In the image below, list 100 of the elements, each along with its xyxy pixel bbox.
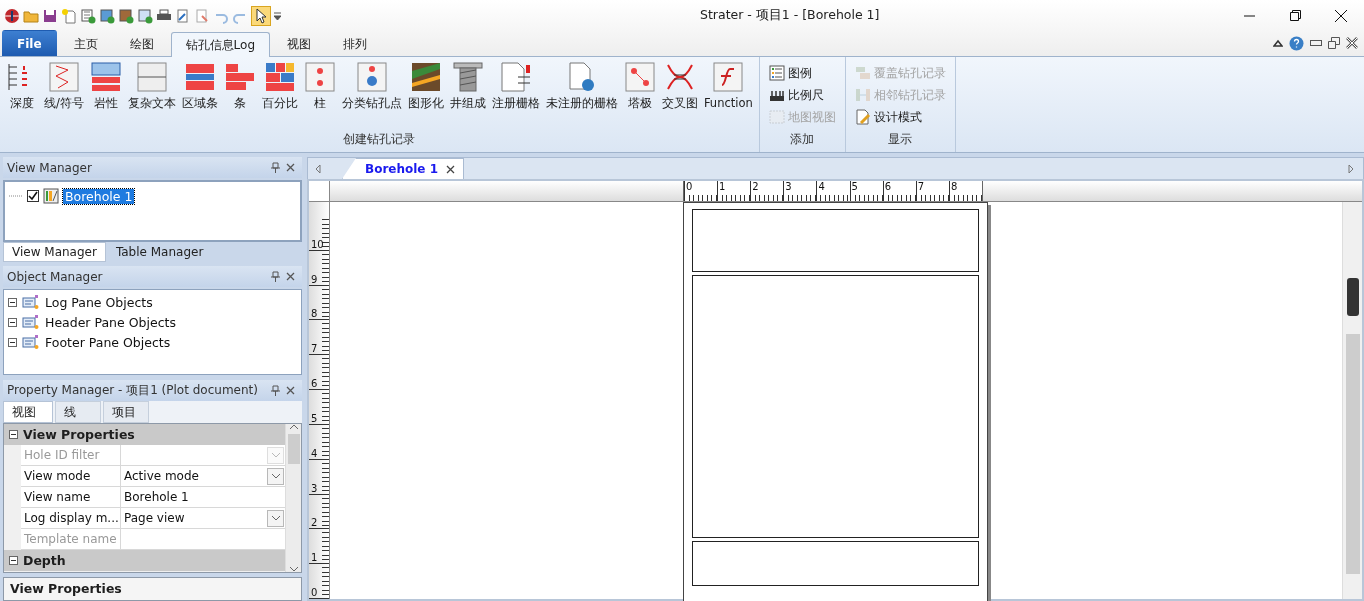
tree-line: [9, 195, 23, 197]
dots-icon: [303, 61, 336, 93]
panel-tab[interactable]: 视图: [3, 401, 53, 423]
ribbon-tab[interactable]: 主页: [58, 31, 113, 56]
text-box-icon: [135, 61, 168, 93]
vertical-ruler: 10 9 8 7 6 5 4 3 2 1 0: [309, 202, 330, 599]
scroll-right-icon[interactable]: [1347, 164, 1355, 174]
ribbon-button[interactable]: 复杂文本: [124, 61, 179, 132]
add-image-icon[interactable]: [118, 7, 134, 24]
add-grid-icon[interactable]: [137, 7, 153, 24]
pencil-document-icon: [854, 109, 871, 125]
expander-icon[interactable]: [8, 337, 17, 347]
ribbon-button[interactable]: 图形化: [404, 61, 447, 132]
scroll-left-icon[interactable]: [314, 164, 322, 174]
ribbon-button[interactable]: 深度: [3, 61, 41, 132]
app-logo-icon[interactable]: [4, 7, 20, 24]
striped-bars-icon: [183, 61, 216, 93]
side-by-side-icon: [854, 87, 871, 103]
save-icon[interactable]: [42, 7, 58, 24]
restore-document-icon[interactable]: [1328, 37, 1340, 49]
borehole-log-icon: [43, 188, 59, 204]
scroll-thumb[interactable]: [287, 434, 300, 464]
ribbon-button[interactable]: 线/符号: [41, 61, 87, 132]
property-label: View name: [21, 487, 121, 507]
scrollbar[interactable]: [285, 424, 301, 572]
panel-tab[interactable]: 项目: [103, 401, 149, 423]
pane-title: Object Manager: [7, 269, 104, 284]
ribbon-tab[interactable]: 钻孔信息Log: [170, 32, 270, 57]
navigator-handle[interactable]: [1346, 278, 1359, 316]
property-value[interactable]: Borehole 1: [124, 490, 189, 504]
minimize-document-icon[interactable]: [1310, 40, 1322, 46]
expander-icon[interactable]: [8, 297, 17, 307]
ribbon-button[interactable]: 岩性: [86, 61, 125, 132]
ribbon-button[interactable]: 未注册的栅格: [542, 61, 621, 132]
close-icon[interactable]: [286, 386, 295, 395]
chevron-up-icon: [288, 424, 299, 430]
panel-tab[interactable]: Table Manager: [107, 242, 212, 262]
property-label: Template name: [21, 529, 121, 549]
ribbon-tab[interactable]: 排列: [328, 31, 382, 56]
property-value[interactable]: Active mode: [124, 469, 199, 483]
ribbon-button[interactable]: 塔极: [620, 61, 659, 132]
category-row[interactable]: Depth: [4, 550, 285, 571]
chevron-down-icon: [270, 515, 281, 521]
chevron-down-icon: [288, 566, 299, 572]
tree-item[interactable]: Header Pane Objects: [43, 314, 178, 330]
bar-chart-icon: [223, 61, 256, 93]
collapse-ribbon-icon[interactable]: [1273, 39, 1283, 47]
tree-item[interactable]: Borehole 1: [63, 188, 135, 204]
window-title: Strater - 项目1 - [Borehole 1]: [699, 7, 881, 24]
connected-dots-icon: [623, 61, 656, 93]
close-icon[interactable]: [286, 163, 295, 172]
ribbon-button[interactable]: 分类钻孔点: [338, 61, 405, 132]
layers-icon: [21, 334, 39, 350]
ribbon-group-label: 创建钻孔记录: [342, 132, 417, 148]
chevron-down-icon: [270, 452, 281, 458]
ribbon-button[interactable]: 区域条: [178, 61, 221, 132]
ribbon-button[interactable]: Function: [700, 61, 756, 132]
category-label: View Properties: [23, 427, 135, 442]
property-label: Log display m...: [21, 508, 121, 528]
expander-icon[interactable]: [9, 556, 18, 565]
hatched-bars-icon: [89, 61, 122, 93]
ribbon-button[interactable]: 条: [220, 61, 259, 132]
pointer-icon[interactable]: [251, 5, 271, 26]
ribbon-button[interactable]: 柱: [300, 61, 339, 132]
dropdown-arrow-icon[interactable]: [274, 11, 281, 20]
tree-item[interactable]: Log Pane Objects: [43, 294, 155, 310]
panel-tab[interactable]: 线: [55, 401, 101, 423]
close-icon[interactable]: [446, 164, 455, 174]
help-icon[interactable]: [1289, 35, 1304, 51]
document-tab[interactable]: Borehole 1: [342, 158, 464, 179]
file-menu-button[interactable]: File: [2, 30, 57, 56]
scrollbar[interactable]: [1342, 202, 1362, 599]
ribbon-button[interactable]: 百分比: [258, 61, 301, 132]
panel-tab[interactable]: View Manager: [3, 242, 106, 262]
add-map-icon[interactable]: [99, 7, 115, 24]
ribbon-button[interactable]: 交叉图: [658, 61, 701, 132]
ribbon-tab[interactable]: 视图: [272, 31, 326, 56]
tree-item[interactable]: Footer Pane Objects: [43, 334, 173, 350]
restore-icon: [1289, 10, 1301, 21]
add-table-icon[interactable]: [80, 7, 96, 24]
checkbox[interactable]: [27, 190, 39, 202]
export-icon[interactable]: [175, 7, 191, 24]
scroll-thumb[interactable]: [1345, 334, 1360, 574]
ribbon-button[interactable]: 井组成: [446, 61, 489, 132]
category-row[interactable]: View Properties: [4, 424, 285, 445]
ribbon-button[interactable]: 设计模式: [852, 107, 948, 127]
ribbon-button[interactable]: 图例: [766, 63, 838, 83]
close-document-icon[interactable]: [1346, 37, 1358, 49]
drill-bit-icon: [451, 61, 484, 93]
expander-icon[interactable]: [8, 317, 17, 327]
description-title: View Properties: [3, 577, 302, 601]
expander-icon[interactable]: [9, 430, 18, 439]
ribbon-tab[interactable]: 绘图: [114, 31, 169, 56]
pane-title: Property Manager - 项目1 (Plot document): [7, 382, 259, 399]
dropdown-button[interactable]: [267, 509, 284, 527]
property-value[interactable]: Page view: [124, 511, 185, 525]
ribbon-button[interactable]: 注册栅格: [488, 61, 543, 132]
close-icon[interactable]: [286, 272, 295, 281]
ribbon-button[interactable]: 比例尺: [766, 85, 838, 105]
dropdown-button[interactable]: [267, 467, 284, 485]
